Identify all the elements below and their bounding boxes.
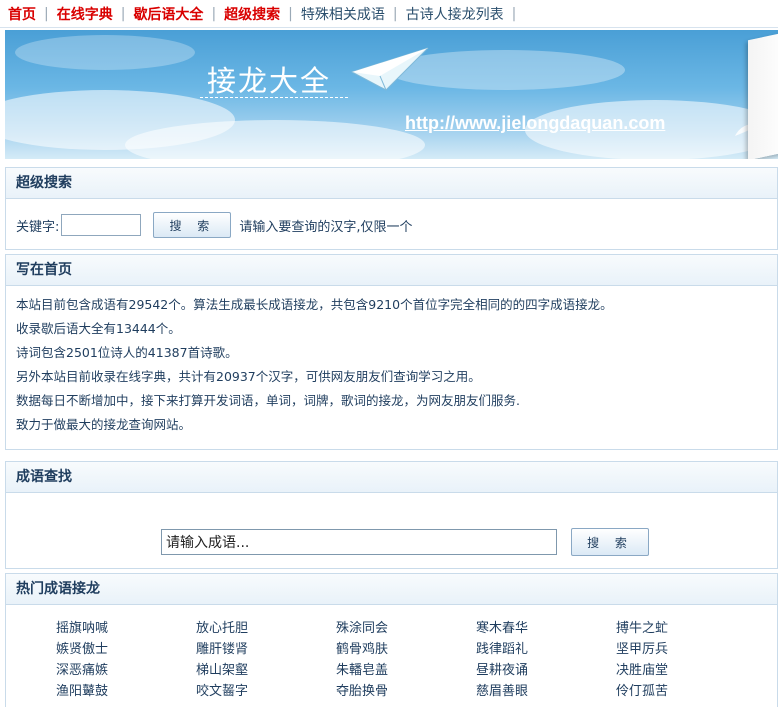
banner-title: 接龙大全 xyxy=(207,64,332,98)
hot-idiom-link[interactable]: 深恶痛嫉 xyxy=(56,662,196,679)
hot-idiom-link[interactable]: 搏牛之虻 xyxy=(616,620,756,637)
hot-idioms-heading: 热门成语接龙 xyxy=(6,574,777,605)
hot-idiom-link[interactable]: 践律蹈礼 xyxy=(476,641,616,658)
banner-url[interactable]: http://www.jielongdaquan.com xyxy=(405,113,665,134)
idiom-search-button[interactable]: 搜 索 xyxy=(571,528,649,556)
hot-idioms-grid: 摇旗呐喊 放心托胆 殊涂同会 寒木春华 搏牛之虻 嫉贤傲士 雕肝镂肾 鹤骨鸡肤 … xyxy=(56,620,756,700)
intro-line: 数据每日不断增加中，接下来打算开发词语，单词，词牌，歌词的接龙，为网友朋友们服务… xyxy=(16,393,520,408)
hot-idiom-link[interactable]: 坚甲厉兵 xyxy=(616,641,756,658)
site-banner: 接龙大全 http://www.jielongdaquan.com xyxy=(5,30,778,159)
nav-separator: | xyxy=(44,5,49,22)
nav-separator: | xyxy=(288,5,293,22)
nav-home[interactable]: 首页 xyxy=(8,4,36,24)
hot-idiom-link[interactable]: 朱轓皂盖 xyxy=(336,662,476,679)
hot-idiom-link[interactable]: 夺胎换骨 xyxy=(336,683,476,700)
hot-idiom-link[interactable]: 梯山架壑 xyxy=(196,662,336,679)
hot-idiom-link[interactable]: 伶仃孤苦 xyxy=(616,683,756,700)
hot-idiom-link[interactable]: 放心托胆 xyxy=(196,620,336,637)
nav-separator: | xyxy=(120,5,126,22)
super-search-heading: 超级搜索 xyxy=(6,168,777,199)
idiom-search-panel: 成语查找 搜 索 xyxy=(5,461,778,569)
top-nav: 首页 | 在线字典 | 歇后语大全 | 超级搜索 | 特殊相关成语 | 古诗人接… xyxy=(0,0,778,28)
nav-separator: | xyxy=(392,5,398,22)
idiom-search-heading: 成语查找 xyxy=(6,462,777,493)
intro-line: 致力于做最大的接龙查询网站。 xyxy=(16,417,192,432)
keyword-input[interactable] xyxy=(61,214,142,236)
nav-xiehouyu[interactable]: 歇后语大全 xyxy=(133,4,203,24)
idiom-search-input[interactable] xyxy=(161,529,557,555)
paper-plane-icon xyxy=(350,47,429,91)
hot-idiom-link[interactable]: 摇旗呐喊 xyxy=(56,620,196,637)
book-graphic xyxy=(748,31,778,159)
hot-idiom-link[interactable]: 殊涂同会 xyxy=(336,620,476,637)
hot-idioms-panel: 热门成语接龙 摇旗呐喊 放心托胆 殊涂同会 寒木春华 搏牛之虻 嫉贤傲士 雕肝镂… xyxy=(5,573,778,707)
hot-idiom-link[interactable]: 渔阳鼙鼓 xyxy=(56,683,196,700)
intro-line: 另外本站目前收录在线字典，共计有20937个汉字，可供网友朋友们查询学习之用。 xyxy=(16,369,481,384)
hot-idiom-link[interactable]: 咬文齧字 xyxy=(196,683,336,700)
banner-divider xyxy=(200,97,348,98)
super-search-button[interactable]: 搜 索 xyxy=(153,212,232,238)
hot-idiom-link[interactable]: 鹤骨鸡肤 xyxy=(336,641,476,658)
homepage-heading: 写在首页 xyxy=(6,255,777,286)
intro-line: 收录歇后语大全有13444个。 xyxy=(16,321,181,336)
hot-idiom-link[interactable]: 慈眉善眼 xyxy=(476,683,616,700)
hot-idiom-link[interactable]: 昼耕夜诵 xyxy=(476,662,616,679)
nav-separator: | xyxy=(211,5,217,22)
nav-poet-list[interactable]: 古诗人接龙列表 xyxy=(406,4,504,24)
hot-idiom-link[interactable]: 决胜庙堂 xyxy=(616,662,756,679)
hot-idiom-link[interactable]: 嫉贤傲士 xyxy=(56,641,196,658)
nav-separator: | xyxy=(511,5,517,22)
hot-idiom-link[interactable]: 寒木春华 xyxy=(476,620,616,637)
intro-line: 诗词包含2501位诗人的41387首诗歌。 xyxy=(16,345,238,360)
cloud-shape xyxy=(15,35,195,70)
keyword-hint: 请输入要查询的汉字,仅限一个 xyxy=(239,219,413,235)
super-search-panel: 超级搜索 关键字: 搜 索 请输入要查询的汉字,仅限一个 xyxy=(5,167,778,250)
intro-line: 本站目前包含成语有29542个。算法生成最长成语接龙，共包含9210个首位字完全… xyxy=(16,297,613,312)
nav-super-search[interactable]: 超级搜索 xyxy=(224,4,280,24)
nav-dictionary[interactable]: 在线字典 xyxy=(57,4,113,24)
hot-idiom-link[interactable]: 雕肝镂肾 xyxy=(196,641,336,658)
nav-special-idioms[interactable]: 特殊相关成语 xyxy=(301,4,385,24)
keyword-label: 关键字: xyxy=(16,219,60,235)
homepage-intro-panel: 写在首页 本站目前包含成语有29542个。算法生成最长成语接龙，共包含9210个… xyxy=(5,254,778,450)
